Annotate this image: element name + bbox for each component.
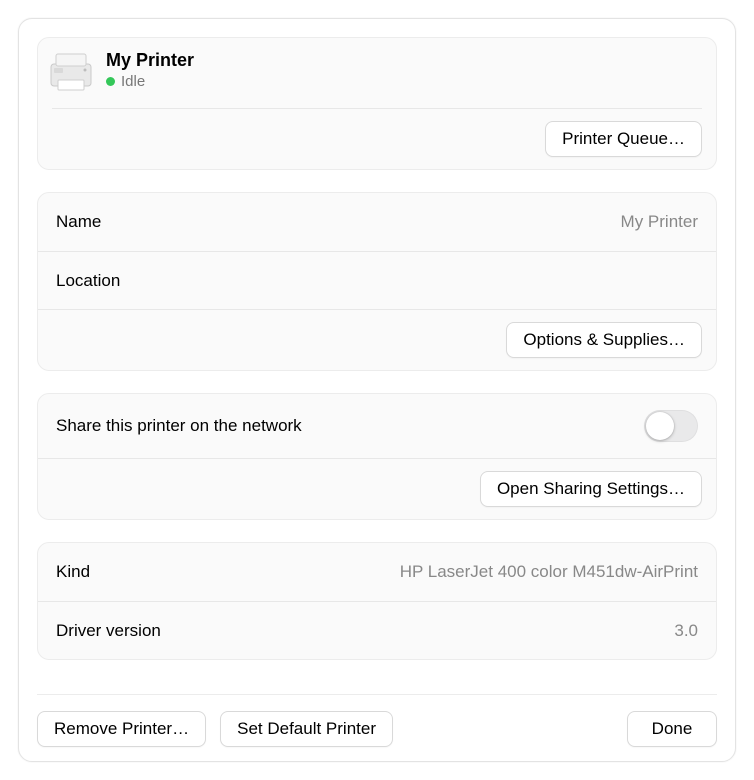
share-label: Share this printer on the network: [56, 416, 302, 436]
open-sharing-settings-button[interactable]: Open Sharing Settings…: [480, 471, 702, 507]
printer-name: My Printer: [106, 50, 194, 71]
printer-status-text: Idle: [121, 73, 145, 90]
location-row: Location: [38, 251, 716, 309]
printer-identity-panel: Name My Printer Location Options & Suppl…: [37, 192, 717, 371]
kind-label: Kind: [56, 562, 90, 582]
printer-icon: [48, 50, 94, 96]
printer-summary-panel: My Printer Idle Printer Queue…: [37, 37, 717, 170]
options-supplies-button[interactable]: Options & Supplies…: [506, 322, 702, 358]
location-label: Location: [56, 271, 120, 291]
printer-status: Idle: [106, 73, 194, 90]
remove-printer-button[interactable]: Remove Printer…: [37, 711, 206, 747]
queue-button-row: Printer Queue…: [38, 109, 716, 169]
printer-queue-button[interactable]: Printer Queue…: [545, 121, 702, 157]
sharing-button-row: Open Sharing Settings…: [38, 458, 716, 519]
name-row: Name My Printer: [38, 193, 716, 251]
printer-header-row: My Printer Idle: [38, 38, 716, 108]
status-dot-icon: [106, 77, 115, 86]
printer-settings-dialog: My Printer Idle Printer Queue… Name My P…: [18, 18, 736, 762]
options-button-row: Options & Supplies…: [38, 309, 716, 370]
printer-info-panel: Kind HP LaserJet 400 color M451dw-AirPri…: [37, 542, 717, 660]
set-default-printer-button[interactable]: Set Default Printer: [220, 711, 393, 747]
dialog-footer: Remove Printer… Set Default Printer Done: [37, 694, 717, 747]
name-value: My Printer: [621, 212, 698, 232]
kind-row: Kind HP LaserJet 400 color M451dw-AirPri…: [38, 543, 716, 601]
printer-title-block: My Printer Idle: [106, 50, 194, 90]
driver-row: Driver version 3.0: [38, 601, 716, 659]
done-button[interactable]: Done: [627, 711, 717, 747]
kind-value: HP LaserJet 400 color M451dw-AirPrint: [400, 562, 698, 582]
share-toggle-row: Share this printer on the network: [38, 394, 716, 458]
name-label: Name: [56, 212, 101, 232]
share-toggle[interactable]: [644, 410, 698, 442]
driver-label: Driver version: [56, 621, 161, 641]
sharing-panel: Share this printer on the network Open S…: [37, 393, 717, 520]
driver-value: 3.0: [674, 621, 698, 641]
toggle-knob-icon: [646, 412, 674, 440]
